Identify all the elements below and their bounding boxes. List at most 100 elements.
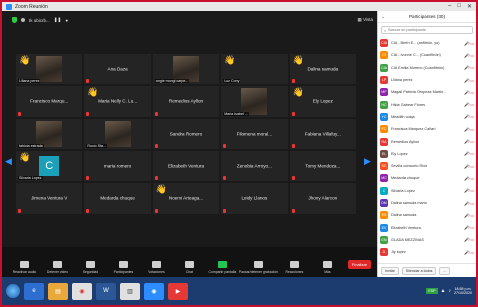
toolbar-item[interactable]: Detener video <box>41 261 74 274</box>
muted-mic-icon[interactable]: 🎤̸ ▭ <box>464 213 474 218</box>
muted-mic-icon[interactable]: 🎤̸ ▭ <box>464 225 474 230</box>
participant-row[interactable]: MP Magali Patricia Oropeza Martin... 🎤̸ ▭ <box>380 86 474 98</box>
invite-button[interactable]: Invitar <box>381 266 399 275</box>
view-button[interactable]: ▦ Vista <box>358 17 373 23</box>
participant-row[interactable]: RA Remedios Ayllon 🎤̸ ▭ <box>380 135 474 147</box>
participant-row[interactable]: GM GLADA MEZZINAS 🎤̸ ▭ <box>380 234 474 246</box>
participant-tile[interactable]: Elizabeth Ventura <box>152 151 220 182</box>
toolbar-item[interactable]: Participantes <box>107 261 140 274</box>
participant-tile[interactable]: Remedios Ayllon <box>152 86 220 117</box>
participant-row[interactable]: C Silvaria Lopez 🎤̸ ▭ <box>380 185 474 197</box>
muted-mic-icon[interactable]: 🎤̸ ▭ <box>464 78 474 83</box>
participant-row[interactable]: EV Elizabeth Ventura 🎤̸ ▭ <box>380 221 474 233</box>
participant-search-input[interactable] <box>388 28 469 32</box>
shield-icon[interactable] <box>12 17 17 23</box>
maximize-button[interactable]: □ <box>457 3 461 10</box>
participant-tile[interactable]: Rocio Sta... <box>84 118 151 149</box>
participant-row[interactable]: MC Medarda chuque 🎤̸ ▭ <box>380 172 474 184</box>
participant-tile[interactable]: Filomena moral... <box>221 118 288 149</box>
participant-row[interactable]: HC Hilda Gabear Flores 🎤̸ ▭ <box>380 98 474 110</box>
close-button[interactable]: ✕ <box>467 3 472 10</box>
toolbar-item[interactable]: Reacciones <box>278 261 311 274</box>
toolbar-item[interactable]: Pausar/detener grabación <box>239 261 278 274</box>
participant-tile[interactable]: Zenobia Arroyo... <box>221 151 288 182</box>
document-icon[interactable]: ▥ <box>120 282 140 300</box>
muted-mic-icon[interactable]: 🎤̸ ▭ <box>464 41 474 46</box>
participant-row[interactable]: LP Liliana perez 🎤̸ ▭ <box>380 74 474 86</box>
minimize-button[interactable]: – <box>448 3 451 10</box>
clock[interactable]: 18:58 p.m. 27/10/2020 <box>454 287 472 296</box>
participant-row[interactable]: JL Jiy lopez 🎤̸ ▭ <box>380 246 474 258</box>
info-icon[interactable] <box>21 18 25 22</box>
participant-tile[interactable]: Noemi Arteaga... 👋 <box>152 183 220 214</box>
participant-tile[interactable]: Liliana perez 👋 <box>16 54 83 85</box>
collapse-chevron-icon[interactable]: ⌄ <box>381 14 385 20</box>
muted-mic-icon[interactable]: 🎤̸ ▭ <box>464 139 474 144</box>
participant-tile[interactable]: maria romero <box>84 151 151 182</box>
participant-search[interactable]: ⌕ <box>381 26 473 34</box>
participant-tile[interactable]: Fabiana Villafuy... <box>289 118 356 149</box>
pause-icon[interactable]: ❚❚ <box>54 17 62 23</box>
participant-row[interactable]: CI CIA - Ivonne C... (Coanfitrión) 🎤̸ ▭ <box>380 49 474 61</box>
participant-row[interactable]: DM Dalina samuda mario 🎤̸ ▭ <box>380 197 474 209</box>
participant-row[interactable]: FC Francisca Marquez Cañari 🎤̸ ▭ <box>380 123 474 135</box>
more-options-button[interactable]: ... <box>439 266 451 275</box>
participant-tile[interactable]: Ana Daza <box>84 54 151 85</box>
participant-tile[interactable]: Leidy Llanos <box>221 183 288 214</box>
participant-row[interactable]: EL Ely Lopez 🎤̸ ▭ <box>380 148 474 160</box>
participant-tile[interactable]: Sandra Romero <box>152 118 220 149</box>
muted-mic-icon[interactable]: 🎤̸ ▭ <box>464 188 474 193</box>
muted-mic-icon[interactable]: 🎤̸ ▭ <box>464 53 474 58</box>
end-meeting-button[interactable]: Finalizar <box>347 260 372 269</box>
participant-row[interactable]: ES Dalina samuda 🎤̸ ▭ <box>380 209 474 221</box>
toolbar-item[interactable]: Chat <box>173 261 206 274</box>
toolbar-item[interactable]: Reactivar audio <box>8 261 41 274</box>
toolbar-item[interactable]: Compartir pantalla <box>206 261 239 274</box>
participant-tile[interactable]: Jhony Alarcon <box>289 183 356 214</box>
start-button[interactable] <box>6 284 20 298</box>
toolbar-item[interactable]: Seguridad <box>74 261 107 274</box>
participant-tile[interactable]: Medarda chuque <box>84 183 151 214</box>
participant-tile[interactable]: Luz Cony 👋 <box>221 54 288 85</box>
participant-row[interactable]: CIA CIA - Berth E... (anfitrión, yo) 🎤̸ ▭ <box>380 37 474 49</box>
muted-mic-icon[interactable]: 🎤̸ ▭ <box>464 164 474 169</box>
participant-tile[interactable]: Francisco Marqu... <box>16 86 83 117</box>
file-explorer-icon[interactable]: ▤ <box>48 282 68 300</box>
ie-browser-icon[interactable]: e <box>24 282 44 300</box>
toolbar-item[interactable]: Más <box>311 261 344 274</box>
muted-mic-icon[interactable]: 🎤̸ ▭ <box>464 90 474 95</box>
muted-mic-icon[interactable]: 🎤̸ ▭ <box>464 176 474 181</box>
participant-tile[interactable]: Tomy Mendoza... <box>289 151 356 182</box>
chrome-icon[interactable]: ◉ <box>72 282 92 300</box>
participant-row-name: GLADA MEZZINAS <box>391 237 424 242</box>
media-app-icon[interactable]: ▶ <box>168 282 188 300</box>
volume-icon[interactable]: ♪ <box>449 288 452 294</box>
participant-tile[interactable]: fabiola estrada <box>16 118 83 149</box>
next-page-arrow-icon[interactable]: ▶ <box>364 156 371 167</box>
muted-mic-icon[interactable]: 🎤̸ ▭ <box>464 237 474 242</box>
muted-mic-icon[interactable]: 🎤̸ ▭ <box>464 151 474 156</box>
word-icon[interactable]: W <box>96 282 116 300</box>
language-indicator[interactable]: ESP <box>426 288 438 294</box>
muted-mic-icon[interactable]: 🎤̸ ▭ <box>464 201 474 206</box>
muted-mic-icon[interactable]: 🎤̸ ▭ <box>464 102 474 107</box>
participant-tile[interactable]: Maria Isabel ... <box>221 86 288 117</box>
muted-mic-icon[interactable]: 🎤̸ ▭ <box>464 127 474 132</box>
participant-tile[interactable]: Dalina samuda 👋 <box>289 54 356 85</box>
mute-all-button[interactable]: Silenciar a todos <box>401 266 437 275</box>
participant-tile[interactable]: Jimena Ventura V <box>16 183 83 214</box>
participant-tile[interactable]: Maria Nelly C. Lu... 👋 <box>84 86 151 117</box>
participant-row[interactable]: CIA CIA Emilia Moreno (Coanfitrión) 🎤̸ ▭ <box>380 62 474 74</box>
participant-row[interactable]: YC Meadith coiqa 🎤̸ ▭ <box>380 111 474 123</box>
muted-mic-icon[interactable]: 🎤̸ ▭ <box>464 65 474 70</box>
muted-mic-icon[interactable]: 🎤̸ ▭ <box>464 114 474 119</box>
network-icon[interactable]: ▲ <box>441 288 446 294</box>
participant-tile[interactable]: C Silvaria Lopez 👋 <box>16 151 83 182</box>
muted-mic-icon[interactable]: 🎤̸ ▭ <box>464 250 474 255</box>
participant-tile[interactable]: Ely Lopez 👋 <box>289 86 356 117</box>
toolbar-item[interactable]: Votaciones <box>140 261 173 274</box>
participant-row[interactable]: SC Sevilla consuelo Rios 🎤̸ ▭ <box>380 160 474 172</box>
participant-tile[interactable]: angie mongi carpe... <box>152 54 220 85</box>
zoom-taskbar-icon[interactable]: ◉ <box>144 282 164 300</box>
prev-page-arrow-icon[interactable]: ◀ <box>5 156 12 167</box>
